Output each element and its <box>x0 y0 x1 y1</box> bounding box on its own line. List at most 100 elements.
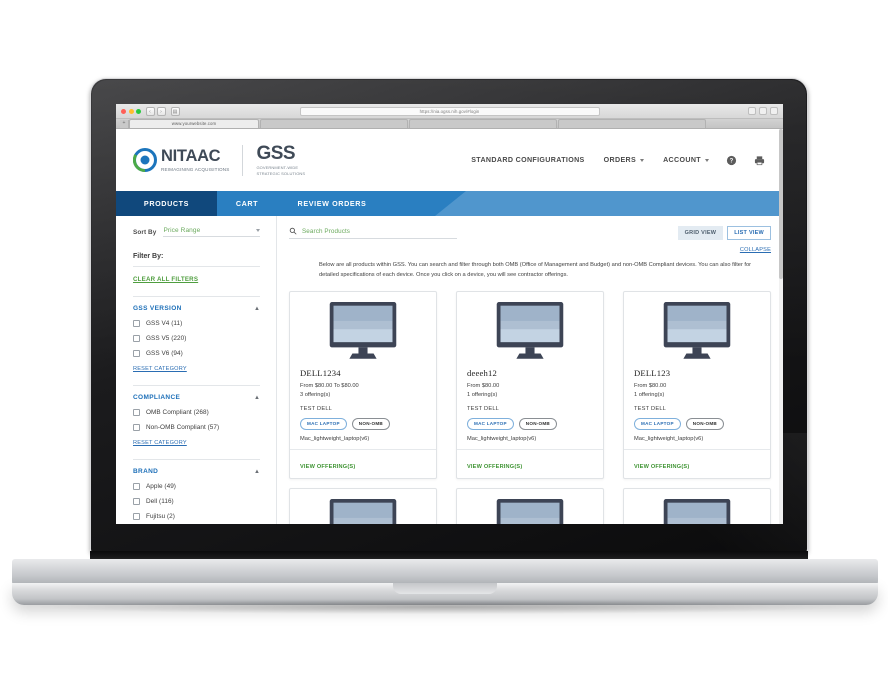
collapse-link[interactable]: COLLAPSE <box>740 247 771 253</box>
product-card[interactable] <box>289 487 437 524</box>
product-spec: Mac_lightweight_laptop(v6) <box>300 435 370 442</box>
browser-toolbar: ‹ › ▤ https://nia.ogss.nih.gov/#login <box>116 104 783 119</box>
view-offerings-link[interactable]: VIEW OFFERING(S) <box>634 464 689 470</box>
header-link-standard-configurations[interactable]: STANDARD CONFIGURATIONS <box>471 156 584 164</box>
facet-option[interactable]: Apple (49) <box>133 483 260 490</box>
checkbox-icon[interactable] <box>133 483 140 490</box>
facet-option[interactable]: Fujitsu (2) <box>133 513 260 520</box>
facet-option[interactable]: GSS V6 (94) <box>133 350 260 357</box>
product-price: From $80.00 To $80.00 3 offering(s) <box>300 382 426 400</box>
clear-all-filters-link[interactable]: CLEAR ALL FILTERS <box>133 276 198 283</box>
new-tab-button[interactable]: + <box>120 120 129 128</box>
scrollbar-thumb[interactable] <box>779 129 783 279</box>
browser-tab-empty-1[interactable] <box>260 119 408 128</box>
product-card[interactable] <box>623 487 771 524</box>
product-vendor: TEST DELL <box>634 405 667 412</box>
window-close-button[interactable] <box>121 108 126 114</box>
tab-strip: + www.yourwebsite.com <box>116 119 783 129</box>
product-card[interactable]: DELL123 From $80.00 1 offering(s) TEST D… <box>623 290 771 479</box>
view-offerings-link[interactable]: VIEW OFFERING(S) <box>300 464 355 470</box>
facet-title: COMPLIANCE <box>133 394 181 401</box>
facet-option-label: Apple (49) <box>146 483 176 490</box>
sort-by-select[interactable]: Price Range <box>163 227 260 237</box>
product-footer[interactable]: VIEW OFFERING(S) <box>290 448 436 478</box>
search-input[interactable]: Search Products <box>289 227 457 239</box>
checkbox-icon[interactable] <box>133 424 140 431</box>
address-bar[interactable]: https://nia.ogss.nih.gov/#login <box>299 106 600 116</box>
tab-review-orders[interactable]: REVIEW ORDERS <box>277 191 387 216</box>
nitaac-logo[interactable]: NITAAC REIMAGINING ACQUISITIONS <box>133 148 229 172</box>
product-badges: MAC LAPTOP NON-OMB <box>300 417 426 430</box>
back-button[interactable]: ‹ <box>145 106 155 116</box>
product-footer[interactable]: VIEW OFFERING(S) <box>457 448 603 478</box>
tabs-overview-icon[interactable] <box>770 107 778 115</box>
facet-title: BRAND <box>133 468 159 475</box>
checkbox-icon[interactable] <box>133 320 140 327</box>
browser-viewport: ‹ › ▤ https://nia.ogss.nih.gov/#login + … <box>116 104 783 524</box>
badge-category[interactable]: MAC LAPTOP <box>300 417 347 430</box>
facet-option[interactable]: Non-OMB Compliant (57) <box>133 424 260 431</box>
facet-option-label: Non-OMB Compliant (57) <box>146 424 220 431</box>
page-scrollbar[interactable] <box>779 129 783 524</box>
tab-products[interactable]: PRODUCTS <box>116 191 217 216</box>
checkbox-icon[interactable] <box>133 498 140 505</box>
header-link-label: ORDERS <box>603 156 637 164</box>
product-footer[interactable]: VIEW OFFERING(S) <box>624 448 770 478</box>
reset-category-link[interactable]: RESET CATEGORY <box>133 440 187 446</box>
facet-option[interactable]: GSS V4 (11) <box>133 320 260 327</box>
browser-tab-empty-2[interactable] <box>409 119 557 128</box>
facet-option[interactable]: GSS V5 (220) <box>133 335 260 342</box>
view-offerings-link[interactable]: VIEW OFFERING(S) <box>467 464 522 470</box>
product-badges: MAC LAPTOP NON-OMB <box>634 417 760 430</box>
monitor-icon <box>496 498 564 524</box>
sort-by-value: Price Range <box>163 227 201 234</box>
badge-compliance[interactable]: NON-OMB <box>685 417 725 430</box>
product-title: deeeh12 <box>467 367 498 378</box>
filter-by-heading: Filter By: <box>133 253 260 267</box>
checkbox-icon[interactable] <box>133 335 140 342</box>
product-card[interactable]: deeeh12 From $80.00 1 offering(s) TEST D… <box>456 290 604 479</box>
chevron-up-icon[interactable]: ▲ <box>254 306 260 312</box>
product-card[interactable]: DELL1234 From $80.00 To $80.00 3 offerin… <box>289 290 437 479</box>
badge-compliance[interactable]: NON-OMB <box>351 417 391 430</box>
chevron-up-icon[interactable]: ▲ <box>254 395 260 401</box>
browser-tab-empty-3[interactable] <box>558 119 706 128</box>
facet-header[interactable]: BRAND ▲ <box>133 468 260 475</box>
facet-option-label: GSS V4 (11) <box>146 320 183 327</box>
filter-sidebar: Sort By Price Range Filter By: CLEAR ALL… <box>116 216 277 524</box>
printer-icon[interactable] <box>754 155 765 166</box>
gss-tagline-line2: STRATEGIC SOLUTIONS <box>256 170 306 176</box>
window-maximize-button[interactable] <box>136 108 141 114</box>
monitor-icon <box>329 301 397 359</box>
checkbox-icon[interactable] <box>133 409 140 416</box>
sidebar-toggle-button[interactable]: ▤ <box>170 106 180 116</box>
facet-option-label: GSS V6 (94) <box>146 350 183 357</box>
facet-header[interactable]: COMPLIANCE ▲ <box>133 394 260 401</box>
reset-category-link[interactable]: RESET CATEGORY <box>133 366 187 372</box>
monitor-icon <box>663 498 731 524</box>
browser-tab-active[interactable]: www.yourwebsite.com <box>129 119 259 128</box>
checkbox-icon[interactable] <box>133 350 140 357</box>
facet-option-label: GSS V5 (220) <box>146 335 187 342</box>
facet-option[interactable]: OMB Compliant (268) <box>133 409 260 416</box>
forward-button[interactable]: › <box>156 106 166 116</box>
facet-header[interactable]: GSS VERSION ▲ <box>133 305 260 312</box>
grid-view-button[interactable]: GRID VIEW <box>677 226 724 240</box>
chevron-up-icon[interactable]: ▲ <box>254 469 260 475</box>
gss-logo[interactable]: GSS GOVERNMENT-WIDE STRATEGIC SOLUTIONS <box>256 144 305 177</box>
badge-compliance[interactable]: NON-OMB <box>518 417 558 430</box>
facet-option[interactable]: Dell (116) <box>133 498 260 505</box>
list-view-button[interactable]: LIST VIEW <box>727 226 771 240</box>
checkbox-icon[interactable] <box>133 513 140 520</box>
help-circle-icon[interactable]: ? <box>726 155 737 166</box>
header-link-orders[interactable]: ORDERS <box>603 156 645 164</box>
badge-category[interactable]: MAC LAPTOP <box>634 417 681 430</box>
product-card[interactable] <box>456 487 604 524</box>
header-link-account[interactable]: ACCOUNT <box>663 156 709 164</box>
add-tab-icon[interactable] <box>759 107 767 115</box>
window-minimize-button[interactable] <box>128 108 134 114</box>
monitor-icon <box>496 301 564 359</box>
badge-category[interactable]: MAC LAPTOP <box>467 417 514 430</box>
share-icon[interactable] <box>748 107 756 115</box>
tab-cart[interactable]: CART <box>217 191 277 216</box>
